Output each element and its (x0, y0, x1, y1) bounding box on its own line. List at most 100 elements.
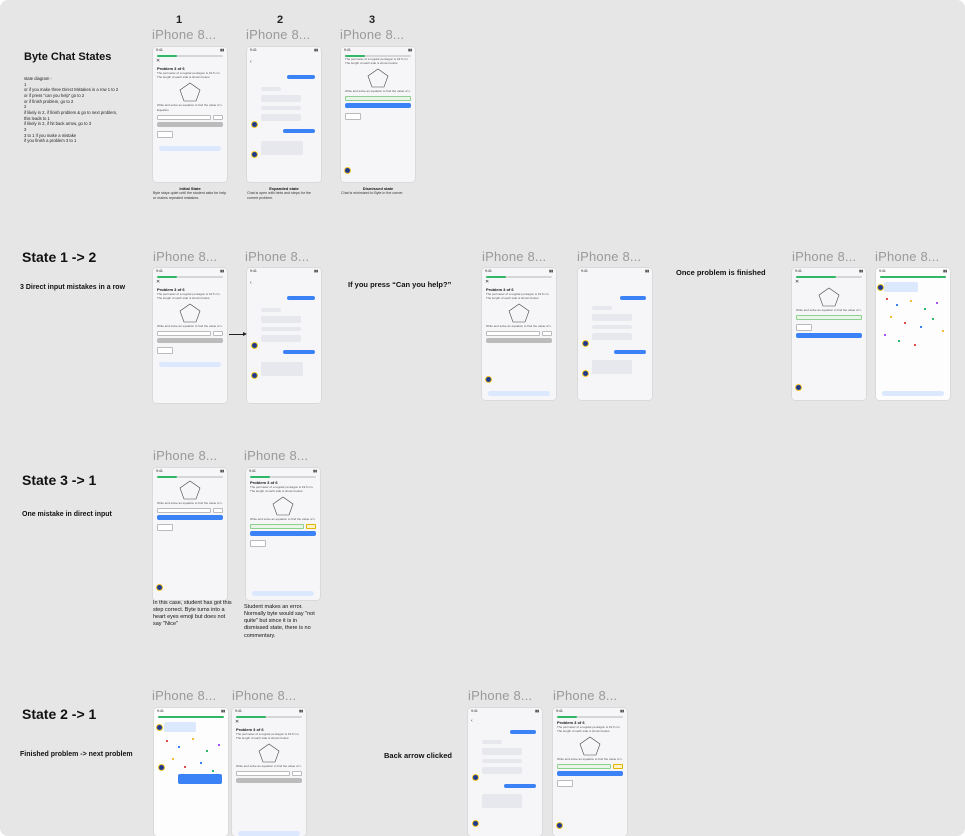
byte-avatar-icon[interactable] (472, 820, 479, 827)
frame-label[interactable]: iPhone 8... (792, 249, 856, 264)
phone-expanded-state[interactable]: 9:41 ▮▮ ‹ (247, 47, 321, 182)
frame-label[interactable]: iPhone 8... (577, 249, 641, 264)
equation-input[interactable] (486, 330, 540, 336)
chat-user-bubble (283, 350, 315, 354)
back-arrow-icon[interactable]: ‹ (471, 718, 542, 724)
answer-input[interactable] (292, 770, 302, 776)
can-you-help-button[interactable] (488, 391, 550, 396)
check-button[interactable] (157, 121, 223, 127)
phone-state1-next-problem[interactable]: 9:41 ▮▮ ✕ Problem 3 of 6 The perimeter of… (232, 708, 306, 836)
byte-avatar-icon[interactable] (158, 764, 165, 771)
answer-input[interactable] (213, 114, 223, 120)
byte-avatar-icon[interactable] (556, 822, 563, 829)
phone-help-after[interactable]: 9:41 ▮▮ (578, 268, 652, 400)
equation-input[interactable] (250, 523, 304, 529)
can-you-help-button[interactable] (159, 145, 221, 151)
value-input[interactable] (557, 779, 573, 787)
equation-input[interactable] (157, 507, 211, 513)
equation-input[interactable] (157, 330, 211, 336)
value-input[interactable] (345, 112, 361, 120)
frame-label[interactable]: iPhone 8... (875, 249, 939, 264)
value-input[interactable] (250, 539, 266, 547)
close-icon[interactable]: ✕ (156, 58, 227, 64)
byte-avatar-icon[interactable] (485, 376, 492, 383)
back-arrow-icon[interactable]: ‹ (250, 59, 321, 65)
frame-label[interactable]: iPhone 8... (245, 249, 309, 264)
next-problem-button[interactable] (882, 391, 944, 396)
caption-state3-error: Student makes an error. Normally byte wo… (244, 604, 315, 639)
frame-label[interactable]: iPhone 8... (244, 448, 308, 463)
check-button[interactable] (486, 337, 552, 343)
answer-input[interactable] (542, 330, 552, 336)
phone-back-dismissed[interactable]: 9:41 ▮▮ Problem 3 of 6 The perimeter of a… (553, 708, 627, 836)
byte-avatar-icon[interactable] (251, 372, 258, 379)
check-button[interactable] (796, 332, 862, 338)
byte-avatar-icon[interactable] (877, 284, 884, 291)
frame-label[interactable]: iPhone 8... (553, 688, 617, 703)
value-input[interactable] (157, 130, 173, 138)
byte-avatar-icon[interactable] (156, 724, 163, 731)
byte-avatar-icon[interactable] (472, 774, 479, 781)
frame-label[interactable]: iPhone 8... (482, 249, 546, 264)
value-input[interactable] (796, 323, 812, 331)
check-button[interactable] (236, 777, 302, 783)
section-sub-3-1: One mistake in direct input (22, 511, 112, 518)
byte-avatar-icon[interactable] (582, 370, 589, 377)
frame-label[interactable]: iPhone 8... (232, 688, 296, 703)
can-you-help-button[interactable] (238, 831, 300, 836)
chat-byte-bubble (261, 308, 281, 312)
close-icon[interactable]: ✕ (795, 279, 866, 285)
answer-input[interactable] (613, 763, 623, 769)
byte-avatar-icon[interactable] (795, 384, 802, 391)
close-icon[interactable]: ✕ (156, 279, 227, 285)
phone-initial-state[interactable]: 9:41 ▮▮ ✕ Problem 3 of 6 The perimeter of… (153, 47, 227, 182)
check-button[interactable] (157, 337, 223, 343)
close-icon[interactable]: ✕ (235, 719, 306, 725)
equation-input[interactable] (236, 770, 290, 776)
frame-label[interactable]: iPhone 8... (468, 688, 532, 703)
phone-help-before[interactable]: 9:41 ▮▮ ✕ Problem 3 of 6 The perimeter of… (482, 268, 556, 400)
frame-label[interactable]: iPhone 8... (153, 448, 217, 463)
close-icon[interactable]: ✕ (485, 279, 556, 285)
frame-label[interactable]: iPhone 8... (153, 249, 217, 264)
check-button[interactable] (157, 514, 223, 520)
phone-state2-expanded[interactable]: 9:41 ▮▮ ‹ (247, 268, 321, 403)
phone-finished-confetti[interactable]: 9:41 ▮▮ (876, 268, 950, 400)
phone-state2-confetti[interactable]: 9:41 ▮▮ (154, 708, 228, 836)
answer-input[interactable] (306, 523, 316, 529)
check-button[interactable] (250, 530, 316, 536)
section-sub-2-1: Finished problem -> next problem (20, 751, 133, 758)
check-button[interactable] (557, 770, 623, 776)
confetti-piece (206, 750, 208, 752)
phone-dismissed-state[interactable]: 9:41 ▮▮ The perimeter of a regular pentag… (341, 47, 415, 182)
phone-finished-before[interactable]: 9:41 ▮▮ ✕ Write and solve an equation to … (792, 268, 866, 400)
confetti-piece (924, 308, 926, 310)
phone-state1-mistakes[interactable]: 9:41 ▮▮ ✕ Problem 3 of 6 The perimeter of… (153, 268, 227, 403)
byte-avatar-icon[interactable] (251, 151, 258, 158)
phone-state3-error[interactable]: 9:41 ▮▮ Problem 3 of 6 The perimeter of a… (246, 468, 320, 600)
byte-avatar-icon[interactable] (344, 167, 351, 174)
byte-heart-eyes-icon[interactable] (156, 584, 163, 591)
equation-input[interactable] (157, 114, 211, 120)
frame-label[interactable]: iPhone 8... (246, 27, 310, 42)
value-input[interactable] (157, 346, 173, 354)
back-arrow-icon[interactable]: ‹ (250, 280, 321, 286)
answer-input[interactable] (213, 507, 223, 513)
byte-avatar-icon[interactable] (582, 340, 589, 347)
equation-input[interactable] (557, 763, 611, 769)
answer-input[interactable] (213, 330, 223, 336)
byte-avatar-icon[interactable] (251, 342, 258, 349)
caption-dismissed-detail: Chat is minimized to Byte in the corner. (341, 191, 404, 195)
phone-state3-correct[interactable]: 9:41 ▮▮ Write and solve an equation to fi… (153, 468, 227, 600)
frame-label[interactable]: iPhone 8... (340, 27, 404, 42)
frame-label[interactable]: iPhone 8... (152, 27, 216, 42)
can-you-help-button[interactable] (159, 361, 221, 367)
can-you-help-button[interactable] (252, 591, 314, 596)
check-button[interactable] (345, 102, 411, 108)
chat-byte-bubble (482, 740, 502, 744)
value-input[interactable] (157, 523, 173, 531)
byte-avatar-icon[interactable] (251, 121, 258, 128)
phone-back-expanded[interactable]: 9:41 ▮▮ ‹ (468, 708, 542, 836)
frame-label[interactable]: iPhone 8... (152, 688, 216, 703)
question-text: Write and solve an equation to find the … (157, 323, 223, 328)
